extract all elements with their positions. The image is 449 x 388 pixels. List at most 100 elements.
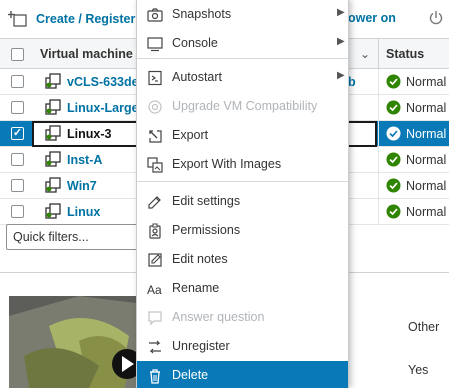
column-header-status[interactable]: Status: [386, 47, 424, 61]
snapshots-icon: [147, 8, 163, 22]
row-checkbox[interactable]: [11, 75, 24, 88]
row-checkbox[interactable]: [11, 101, 24, 114]
status-cell: Normal: [386, 178, 446, 193]
delete-icon: [150, 369, 160, 384]
row-checkbox[interactable]: ✓: [11, 127, 24, 140]
menu-item-snapshots[interactable]: Snapshots ▶: [137, 0, 348, 29]
edit-notes-icon: [148, 253, 162, 267]
answer-question-icon: [148, 311, 162, 326]
edit-settings-icon: [148, 196, 161, 209]
vm-name-link[interactable]: Linux: [67, 205, 100, 219]
check-circle-icon: [386, 126, 401, 141]
menu-item-export-with-images[interactable]: Export With Images: [137, 150, 348, 179]
status-text: Normal: [406, 178, 447, 193]
console-thumbnail[interactable]: [9, 296, 145, 388]
vm-name-link[interactable]: Inst-A: [67, 153, 102, 167]
check-circle-icon: [386, 178, 401, 193]
autostart-icon: [148, 70, 162, 86]
status-cell: Normal: [386, 204, 446, 219]
status-text: Normal: [406, 126, 447, 141]
status-cell: Normal: [386, 152, 446, 167]
menu-item-permissions[interactable]: Permissions: [137, 216, 348, 245]
check-circle-icon: [386, 74, 401, 89]
column-header-virtual-machine[interactable]: Virtual machine: [40, 47, 133, 61]
menu-item-label: Answer question: [172, 310, 265, 324]
check-circle-icon: [386, 204, 401, 219]
status-text: Normal: [406, 100, 447, 115]
menu-item-label: Console: [172, 36, 218, 50]
permissions-icon: [149, 223, 161, 239]
menu-item-label: Rename: [172, 281, 220, 295]
status-cell: Normal: [386, 74, 446, 89]
desktop-wallpaper-image: [9, 296, 145, 388]
vm-icon: [45, 177, 61, 193]
detail-guest-os-value: Other: [408, 320, 440, 334]
console-icon: [147, 37, 163, 52]
vm-context-menu: Snapshots ▶ Console ▶ Autostart ▶ Upgrade VM C…: [136, 0, 349, 388]
column-divider: [378, 69, 379, 95]
menu-item-unregister[interactable]: Unregister: [137, 332, 348, 361]
menu-item-rename[interactable]: Aa Rename: [137, 274, 348, 303]
status-text: Normal: [406, 204, 447, 219]
submenu-arrow-icon: ▶: [337, 70, 345, 81]
check-circle-icon: [386, 152, 401, 167]
column-divider: [378, 95, 379, 121]
create-vm-icon: [8, 11, 27, 27]
menu-separator: [137, 58, 348, 59]
detail-flag-value: Yes: [408, 363, 429, 377]
vm-name-link[interactable]: vCLS-633de: [67, 75, 139, 89]
vm-icon: [45, 203, 61, 219]
vm-icon: [45, 73, 61, 89]
menu-item-edit-notes[interactable]: Edit notes: [137, 245, 348, 274]
column-divider: [378, 199, 379, 225]
row-checkbox[interactable]: [11, 153, 24, 166]
menu-item-label: Unregister: [172, 339, 230, 353]
row-checkbox[interactable]: [11, 179, 24, 192]
unregister-icon: [149, 340, 161, 354]
export-icon: [149, 130, 162, 143]
export-images-icon: [147, 157, 163, 173]
vm-icon: [45, 151, 61, 167]
menu-item-upgrade-vm-compatibility: Upgrade VM Compatibility: [137, 92, 348, 121]
status-text: Normal: [406, 74, 447, 89]
menu-item-delete[interactable]: Delete: [137, 361, 348, 388]
column-divider[interactable]: [378, 39, 379, 70]
chevron-down-icon[interactable]: ⌄: [360, 47, 370, 61]
submenu-arrow-icon: ▶: [337, 7, 345, 18]
vm-name-link[interactable]: Linux-Large: [67, 101, 139, 115]
rename-icon: Aa: [147, 283, 162, 297]
status-text: Normal: [406, 152, 447, 167]
menu-item-label: Edit settings: [172, 194, 241, 208]
menu-item-export[interactable]: Export: [137, 121, 348, 150]
svg-text:Aa: Aa: [147, 283, 162, 297]
vm-name-link[interactable]: Linux-3: [67, 127, 111, 141]
column-divider: [378, 121, 379, 147]
menu-item-autostart[interactable]: Autostart ▶: [137, 63, 348, 92]
menu-item-console[interactable]: Console ▶: [137, 29, 348, 58]
select-all-checkbox[interactable]: [11, 48, 24, 61]
menu-item-label: Autostart: [172, 70, 223, 84]
vm-icon: [45, 125, 61, 141]
quick-filters-input[interactable]: Quick filters...: [6, 224, 146, 250]
column-divider: [378, 147, 379, 173]
menu-separator: [137, 181, 348, 182]
menu-item-edit-settings[interactable]: Edit settings: [137, 187, 348, 216]
menu-item-label: Snapshots: [172, 7, 232, 21]
power-icon[interactable]: [428, 10, 444, 26]
upgrade-icon: [148, 100, 162, 114]
vm-icon: [45, 99, 61, 115]
column-divider: [378, 173, 379, 199]
row-checkbox[interactable]: [11, 205, 24, 218]
menu-item-label: Edit notes: [172, 252, 228, 266]
menu-item-label: Upgrade VM Compatibility: [172, 99, 318, 113]
vm-name-overflow-text: b: [348, 75, 356, 89]
power-on-button[interactable]: ower on: [348, 11, 396, 25]
menu-item-answer-question: Answer question: [137, 303, 348, 332]
status-cell: Normal: [386, 126, 446, 141]
menu-item-label: Delete: [172, 368, 209, 382]
check-circle-icon: [386, 100, 401, 115]
status-cell: Normal: [386, 100, 446, 115]
vm-name-link[interactable]: Win7: [67, 179, 97, 193]
menu-item-label: Export: [172, 128, 209, 142]
menu-item-label: Permissions: [172, 223, 241, 237]
